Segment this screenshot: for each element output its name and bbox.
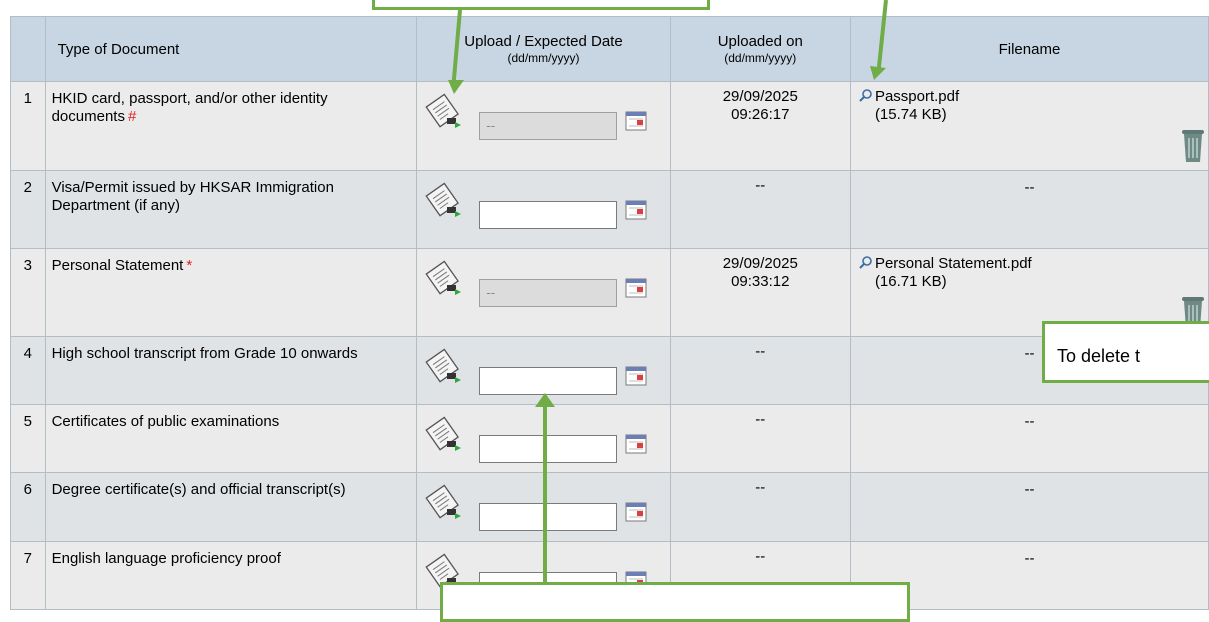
table-row: 3 Personal Statement * -- 29/09/2025 09:3… <box>10 248 1209 337</box>
header-uploaded-label: Uploaded on <box>717 33 803 50</box>
uploaded-on: -- <box>669 336 851 405</box>
document-type: Certificates of public examinations <box>44 404 418 473</box>
document-type-label: High school transcript from Grade 10 onw… <box>51 345 358 362</box>
header-uploaded-on: Uploaded on (dd/mm/yyyy) <box>669 16 851 82</box>
magnifier-icon[interactable] <box>859 255 873 269</box>
table-row: 1 HKID card, passport, and/or other iden… <box>10 81 1209 171</box>
expected-date-input[interactable] <box>479 367 618 395</box>
callout-delete-text: To delete t <box>1057 346 1141 366</box>
arrowhead-icon <box>535 393 555 407</box>
uploaded-time: 09:26:17 <box>731 106 790 123</box>
upload-scroll-icon[interactable] <box>425 345 461 385</box>
row-number: 5 <box>10 404 46 473</box>
file-size: (15.74 KB) <box>874 106 947 123</box>
file-name-empty: -- <box>1024 550 1035 567</box>
document-type-label: Degree certificate(s) and official trans… <box>51 481 346 498</box>
file-name-empty: -- <box>1024 481 1035 498</box>
upload-scroll-icon[interactable] <box>425 257 461 297</box>
uploaded-date: -- <box>755 479 766 496</box>
file-link[interactable]: Passport.pdf <box>875 88 959 105</box>
filename-cell: -- <box>849 170 1209 249</box>
calendar-icon[interactable] <box>625 111 647 131</box>
document-type: Degree certificate(s) and official trans… <box>44 472 418 542</box>
filename-cell: Passport.pdf (15.74 KB) <box>849 81 1209 171</box>
header-num <box>10 16 46 82</box>
calendar-icon[interactable] <box>625 434 647 454</box>
document-type-label: Certificates of public examinations <box>51 413 280 430</box>
arrowhead-icon <box>448 80 464 94</box>
uploaded-on: -- <box>669 404 851 473</box>
uploaded-on: -- <box>669 170 851 249</box>
upload-scroll-icon[interactable] <box>425 481 461 521</box>
table-row: 5 Certificates of public examinations --… <box>10 404 1209 473</box>
file-name-empty: -- <box>1024 179 1035 196</box>
row-number: 7 <box>10 541 46 610</box>
document-type: English language proficiency proof <box>44 541 418 610</box>
file-link[interactable]: Personal Statement.pdf <box>875 255 1032 272</box>
callout-delete: To delete t <box>1042 321 1209 383</box>
upload-scroll-icon[interactable] <box>425 90 461 130</box>
uploaded-on: 29/09/2025 09:26:17 <box>669 81 851 171</box>
documents-table: Type of Document Upload / Expected Date … <box>10 16 1209 610</box>
header-filename: Filename <box>849 16 1209 82</box>
arrowhead-icon <box>870 66 886 80</box>
filename-cell: -- <box>849 472 1209 542</box>
calendar-icon[interactable] <box>625 278 647 298</box>
uploaded-on: 29/09/2025 09:33:12 <box>669 248 851 337</box>
uploaded-time: 09:33:12 <box>731 273 790 290</box>
header-uploaded-format: (dd/mm/yyyy) <box>724 51 797 65</box>
document-type-label: HKID card, passport, and/or other identi… <box>51 90 328 125</box>
upload-cell: -- <box>416 248 671 337</box>
upload-cell <box>416 170 671 249</box>
document-type-label: Visa/Permit issued by HKSAR Immigration … <box>51 179 334 214</box>
file-size: (16.71 KB) <box>874 273 947 290</box>
row-number: 4 <box>10 336 46 405</box>
expected-date-input[interactable]: -- <box>479 112 618 140</box>
magnifier-icon[interactable] <box>859 88 873 102</box>
file-name-empty: -- <box>1024 345 1035 362</box>
upload-scroll-icon[interactable] <box>425 179 461 219</box>
file-name-empty: -- <box>1024 413 1035 430</box>
document-type-label: English language proficiency proof <box>51 550 281 567</box>
calendar-icon[interactable] <box>625 502 647 522</box>
row-number: 3 <box>10 248 46 337</box>
document-type: HKID card, passport, and/or other identi… <box>44 81 418 171</box>
uploaded-date: 29/09/2025 <box>722 255 798 272</box>
required-mark: * <box>186 257 193 274</box>
uploaded-date: -- <box>755 343 766 360</box>
trash-bin-icon[interactable] <box>1178 124 1209 164</box>
document-type: Personal Statement * <box>44 248 418 337</box>
uploaded-date: 29/09/2025 <box>722 88 798 105</box>
row-number: 2 <box>10 170 46 249</box>
required-mark: # <box>127 108 137 125</box>
uploaded-date: -- <box>755 411 766 428</box>
table-row: 6 Degree certificate(s) and official tra… <box>10 472 1209 542</box>
table-row: 2 Visa/Permit issued by HKSAR Immigratio… <box>10 170 1209 249</box>
table-row: 4 High school transcript from Grade 10 o… <box>10 336 1209 405</box>
callout-arrow <box>543 400 547 590</box>
document-type: High school transcript from Grade 10 onw… <box>44 336 418 405</box>
expected-date-input[interactable]: -- <box>479 279 618 307</box>
calendar-icon[interactable] <box>625 366 647 386</box>
uploaded-date: -- <box>755 177 766 194</box>
uploaded-date: -- <box>755 548 766 565</box>
header-type-of-document: Type of Document <box>44 16 418 82</box>
callout-bottom <box>440 582 910 622</box>
expected-date-input[interactable] <box>479 435 618 463</box>
document-type: Visa/Permit issued by HKSAR Immigration … <box>44 170 418 249</box>
expected-date-input[interactable] <box>479 503 618 531</box>
calendar-icon[interactable] <box>625 200 647 220</box>
uploaded-on: -- <box>669 472 851 542</box>
document-type-label: Personal Statement <box>51 257 184 274</box>
row-number: 1 <box>10 81 46 171</box>
callout-top-left <box>372 0 710 10</box>
filename-cell: -- <box>849 404 1209 473</box>
expected-date-input[interactable] <box>479 201 618 229</box>
upload-scroll-icon[interactable] <box>425 413 461 453</box>
table-header-row: Type of Document Upload / Expected Date … <box>10 16 1209 82</box>
row-number: 6 <box>10 472 46 542</box>
